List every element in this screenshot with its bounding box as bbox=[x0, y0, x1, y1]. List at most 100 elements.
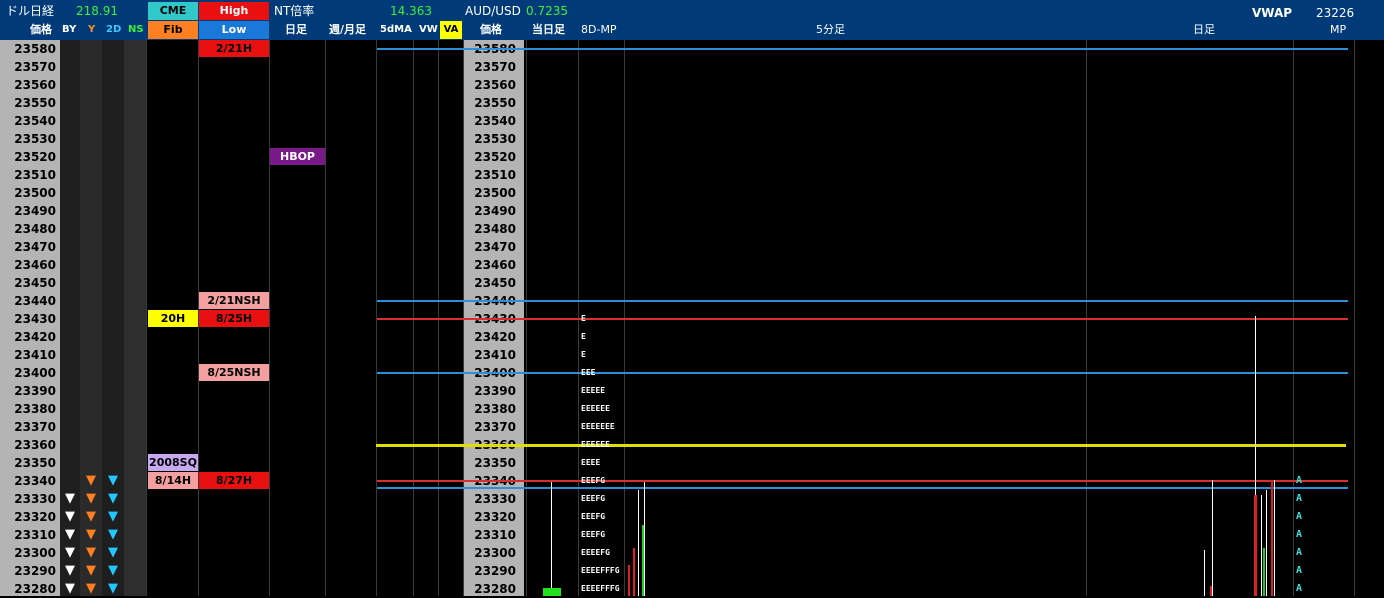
mp-marker: A bbox=[1296, 529, 1303, 540]
level-tag: 8/14H bbox=[148, 472, 198, 489]
level-line-blue bbox=[377, 487, 1348, 490]
price-cell-left: 23330 bbox=[14, 492, 56, 506]
daily-candle-green bbox=[1263, 548, 1265, 596]
mp-letters: EEEEEE bbox=[581, 404, 610, 413]
y-down-triangle-icon: ▼ bbox=[86, 527, 96, 542]
mp-letters: EEEEEEE bbox=[581, 422, 615, 431]
header-bar: ドル日経 218.91 CME High NT倍率 14.363 AUD/USD… bbox=[0, 0, 1384, 40]
mp-candle-red bbox=[628, 565, 630, 596]
level-tag: 2/21NSH bbox=[199, 292, 269, 309]
aud-usd-value: 0.7235 bbox=[526, 4, 568, 18]
nt-ratio-value: 14.363 bbox=[390, 4, 432, 18]
daily-candle-wick-4 bbox=[1261, 495, 1262, 596]
price-cell-right: 23470 bbox=[474, 240, 516, 254]
price-cell-right: 23530 bbox=[474, 132, 516, 146]
price-cell-right: 23550 bbox=[474, 96, 516, 110]
price-cell-right: 23350 bbox=[474, 456, 516, 470]
col-2d: 2D bbox=[106, 24, 122, 35]
by-down-triangle-icon: ▼ bbox=[65, 491, 75, 506]
cme-header[interactable]: CME bbox=[148, 2, 198, 20]
level-line-red bbox=[377, 318, 1348, 320]
mp-marker: A bbox=[1296, 565, 1303, 576]
2d-down-triangle-icon: ▼ bbox=[108, 473, 118, 488]
price-cell-left: 23380 bbox=[14, 402, 56, 416]
price-cell-right: 23310 bbox=[474, 528, 516, 542]
price-cell-left: 23540 bbox=[14, 114, 56, 128]
daily-candle-wick bbox=[1204, 550, 1205, 596]
col-today: 当日足 bbox=[532, 23, 565, 36]
price-cell-right: 23320 bbox=[474, 510, 516, 524]
y-down-triangle-icon: ▼ bbox=[86, 581, 96, 596]
price-cell-right: 23290 bbox=[474, 564, 516, 578]
price-cell-left: 23420 bbox=[14, 330, 56, 344]
price-cell-right: 23540 bbox=[474, 114, 516, 128]
ns-column bbox=[124, 40, 146, 596]
price-cell-right: 23390 bbox=[474, 384, 516, 398]
daily-candle-red-3 bbox=[1271, 480, 1273, 596]
2d-down-triangle-icon: ▼ bbox=[108, 581, 118, 596]
price-cell-left: 23300 bbox=[14, 546, 56, 560]
2d-down-triangle-icon: ▼ bbox=[108, 563, 118, 578]
y-down-triangle-icon: ▼ bbox=[86, 545, 96, 560]
price-cell-left: 23350 bbox=[14, 456, 56, 470]
col-vw: VW bbox=[419, 24, 438, 35]
mp-letters: EEEFG bbox=[581, 530, 606, 539]
price-cell-left: 23290 bbox=[14, 564, 56, 578]
mp-letters: EEEFG bbox=[581, 476, 606, 485]
col-ns: NS bbox=[128, 24, 144, 35]
low-header[interactable]: Low bbox=[199, 21, 269, 39]
2d-down-triangle-icon: ▼ bbox=[108, 527, 118, 542]
price-cell-right: 23490 bbox=[474, 204, 516, 218]
mp-letters: EEE bbox=[581, 368, 596, 377]
price-cell-right: 23520 bbox=[474, 150, 516, 164]
price-cell-left: 23470 bbox=[14, 240, 56, 254]
daily-candle-wick-6 bbox=[1274, 480, 1275, 596]
mp-marker: A bbox=[1296, 475, 1303, 486]
vwap-label: VWAP bbox=[1252, 6, 1293, 20]
dollar-nikkei-label: ドル日経 bbox=[6, 4, 55, 18]
by-down-triangle-icon: ▼ bbox=[65, 527, 75, 542]
price-cell-left: 23490 bbox=[14, 204, 56, 218]
mp-marker: A bbox=[1296, 547, 1303, 558]
col-by: BY bbox=[62, 24, 77, 35]
daily-candle-wick-5 bbox=[1266, 490, 1267, 596]
level-tag: 2/21H bbox=[199, 40, 269, 57]
price-cell-right: 23300 bbox=[474, 546, 516, 560]
mp-letters: EEEEEE bbox=[581, 440, 610, 449]
by-down-triangle-icon: ▼ bbox=[65, 509, 75, 524]
high-header[interactable]: High bbox=[199, 2, 269, 20]
price-cell-left: 23500 bbox=[14, 186, 56, 200]
price-cell-left: 23510 bbox=[14, 168, 56, 182]
price-cell-left: 23360 bbox=[14, 438, 56, 452]
price-cell-right: 23280 bbox=[474, 582, 516, 596]
price-cell-left: 23430 bbox=[14, 312, 56, 326]
level-tag: 2008SQ bbox=[148, 454, 198, 471]
price-cell-left: 23570 bbox=[14, 60, 56, 74]
col-weekly-monthly: 週/月足 bbox=[329, 23, 367, 36]
price-cell-left: 23530 bbox=[14, 132, 56, 146]
mp-letters: EEEFG bbox=[581, 512, 606, 521]
price-cell-right: 23460 bbox=[474, 258, 516, 272]
dollar-nikkei-value: 218.91 bbox=[76, 4, 118, 18]
col-5dma: 5dMA bbox=[380, 24, 412, 35]
y-down-triangle-icon: ▼ bbox=[86, 563, 96, 578]
fib-header[interactable]: Fib bbox=[148, 21, 198, 39]
level-line-yellow bbox=[376, 444, 1346, 447]
col-8d-mp: 8D-MP bbox=[581, 23, 617, 36]
mp-letters: EEEEE bbox=[581, 386, 606, 395]
price-cell-right: 23370 bbox=[474, 420, 516, 434]
level-line-blue bbox=[377, 300, 1348, 302]
daily-candle-wick-2 bbox=[1212, 480, 1213, 596]
today-candle-wick bbox=[551, 482, 552, 596]
mp-candle-wick bbox=[638, 490, 639, 596]
col-daily: 日足 bbox=[285, 23, 307, 36]
price-cell-left: 23550 bbox=[14, 96, 56, 110]
mp-letters: E bbox=[581, 314, 586, 323]
mp-marker: A bbox=[1296, 583, 1303, 594]
price-cell-left: 23440 bbox=[14, 294, 56, 308]
2d-down-triangle-icon: ▼ bbox=[108, 545, 118, 560]
mp-letters: E bbox=[581, 332, 586, 341]
price-cell-left: 23310 bbox=[14, 528, 56, 542]
y-down-triangle-icon: ▼ bbox=[86, 491, 96, 506]
mp-letters: EEEE bbox=[581, 458, 601, 467]
